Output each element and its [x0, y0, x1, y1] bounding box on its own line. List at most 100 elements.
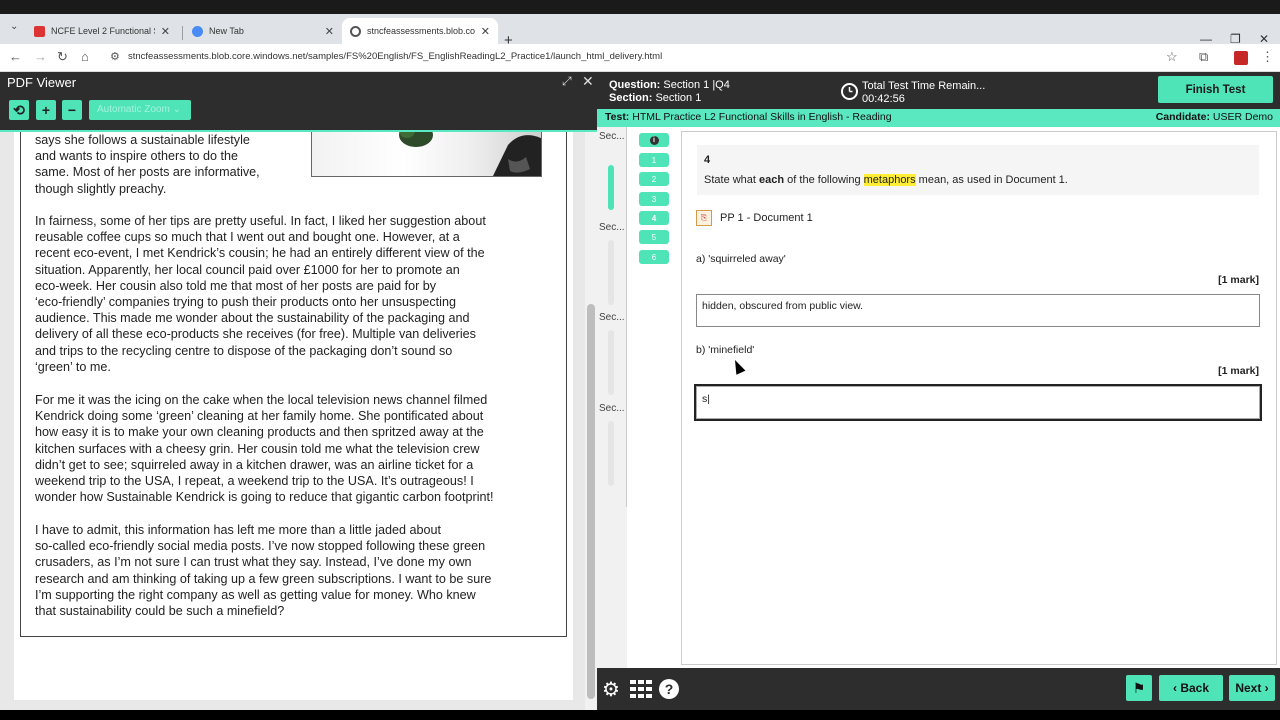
part-a-mark: [1 mark] [1218, 274, 1259, 286]
zoom-select[interactable]: Automatic Zoom ⌄ [89, 100, 191, 120]
bookmark-star-icon[interactable]: ☆ [1166, 49, 1178, 65]
clock-icon [841, 83, 858, 100]
text-line: eco-week. Her cousin also told me that m… [35, 278, 437, 293]
text-line: kitchen surfaces with a cheesy grin. Her… [35, 441, 480, 456]
back-button[interactable]: ‹ Back [1159, 675, 1223, 701]
question-card: 4 State what each of the following metap… [697, 145, 1259, 195]
text-line: says she follows a sustainable lifestyle [35, 133, 250, 147]
bottom-toolbar: ⚙ ? ⚑ ‹ Back Next › [597, 668, 1280, 710]
back-arrow-icon[interactable]: ← [9, 49, 22, 64]
section-label: Section: [609, 92, 653, 104]
help-icon[interactable]: ? [659, 679, 679, 699]
pdf-page-area: says she follows a sustainable lifestyle… [14, 132, 573, 700]
zoom-out-icon[interactable]: − [62, 100, 82, 120]
text-line: delivery of all these eco-products she r… [35, 327, 476, 342]
test-name: Test: HTML Practice L2 Functional Skills… [605, 111, 892, 123]
ncfe-favicon-icon [34, 25, 45, 37]
document-photo [311, 132, 542, 177]
site-info-icon[interactable]: ⚙ [110, 50, 120, 63]
test-header: Question: Section 1 |Q4 Section: Section… [597, 72, 1280, 109]
pdf-scrollbar[interactable] [585, 132, 597, 720]
question-nav-1[interactable]: 1 [639, 153, 669, 167]
home-icon[interactable]: ⌂ [81, 49, 89, 64]
next-label: Next [1235, 681, 1262, 695]
part-b-answer-field[interactable]: s| [694, 384, 1262, 421]
question-text-part: State what [704, 174, 760, 186]
tab-strip: NCFE Level 2 Functional Skills C ✕ New T… [0, 14, 1280, 49]
chevron-right-icon: › [1261, 681, 1269, 695]
text-line: how easy it is to make your own cleaning… [35, 425, 484, 440]
tab-close-icon[interactable]: ✕ [325, 25, 334, 38]
question-nav-2[interactable]: 2 [639, 172, 669, 186]
candidate-name: USER Demo [1212, 111, 1273, 123]
part-b-label: b) 'minefield' [696, 344, 755, 356]
tab-close-icon[interactable]: ✕ [161, 25, 170, 38]
close-icon[interactable]: ✕ [582, 73, 594, 90]
text-line: same. Most of her posts are informative, [35, 165, 260, 180]
part-a-answer-field[interactable]: hidden, obscured from public view. [696, 294, 1260, 327]
text-line: that sustainability could be such a mine… [35, 604, 285, 619]
tab-close-icon[interactable]: ✕ [481, 25, 490, 38]
forward-arrow-icon[interactable]: → [34, 49, 47, 64]
test-name-value: HTML Practice L2 Functional Skills in En… [632, 111, 892, 123]
flag-button[interactable]: ⚑ [1126, 675, 1152, 701]
question-text-part: of the following [784, 174, 864, 186]
window-top-bar [0, 0, 1280, 14]
globe-icon [350, 25, 361, 37]
time-remaining-value: 00:42:56 [862, 93, 905, 105]
question-nav-4[interactable]: 4 [639, 211, 669, 225]
rotate-icon[interactable]: ⟲ [9, 100, 29, 120]
text-line: In fairness, some of her tips are pretty… [35, 214, 486, 228]
settings-gear-icon[interactable]: ⚙ [602, 677, 620, 702]
section-value: Section 1 [655, 92, 702, 104]
photo-illustration [399, 132, 541, 176]
section-1-progress [608, 165, 614, 210]
question-text-highlight: metaphors [863, 174, 916, 186]
zoom-value: Automatic Zoom [97, 104, 170, 115]
profile-avatar[interactable] [1234, 51, 1248, 65]
text-line: Kendrick doing some ‘green’ cleaning at … [35, 409, 484, 424]
part-b-mark: [1 mark] [1218, 365, 1259, 377]
text-line: I’m supporting the right company as well… [35, 587, 476, 602]
text-line: though slightly preachy. [35, 181, 167, 196]
taskbar-strip [0, 710, 1280, 720]
question-info-button[interactable]: i [639, 133, 669, 147]
pdf-scroll-thumb[interactable] [587, 304, 595, 699]
section-1-label[interactable]: Sec... [599, 131, 625, 142]
expand-icon[interactable]: ⤢ [562, 74, 572, 89]
candidate-label: Candidate: [1155, 111, 1210, 123]
tab-assessment[interactable]: stncfeassessments.blob.core.wi ✕ [342, 18, 498, 44]
zoom-in-icon[interactable]: + [36, 100, 56, 120]
text-line: and trips to the recycling centre to dis… [35, 343, 453, 358]
grid-icon[interactable] [630, 680, 652, 698]
question-nav-5[interactable]: 5 [639, 230, 669, 244]
url-text[interactable]: stncfeassessments.blob.core.windows.net/… [128, 51, 662, 62]
tab-search-icon[interactable]: ⌄ [10, 21, 18, 32]
question-nav-6[interactable]: 6 [639, 250, 669, 264]
question-nav-3[interactable]: 3 [639, 192, 669, 206]
finish-test-button[interactable]: Finish Test [1158, 76, 1273, 103]
section-2-label[interactable]: Sec... [599, 222, 625, 233]
text-line: so-called eco-friendly social media post… [35, 539, 486, 554]
tab-new-tab[interactable]: New Tab ✕ [184, 18, 342, 44]
document-link[interactable]: ⎘ PP 1 - Document 1 [696, 210, 813, 226]
document-link-label: PP 1 - Document 1 [720, 212, 813, 224]
chevron-left-icon: ‹ [1172, 681, 1181, 695]
pdf-viewer-header: PDF Viewer ⤢ ✕ ⟲ + − Automatic Zoom ⌄ [0, 72, 597, 130]
pdf-body[interactable]: says she follows a sustainable lifestyle… [0, 132, 597, 720]
question-text-part: mean, as used in Document 1. [915, 174, 1068, 186]
extensions-icon[interactable]: ⧉ [1199, 49, 1208, 65]
text-line: weekend trip to the USA, I repeat, a wee… [35, 474, 474, 489]
question-text-bold: each [759, 174, 785, 186]
test-label: Test: [605, 111, 630, 123]
menu-dots-icon[interactable]: ⋮ [1261, 49, 1274, 65]
section-4-label[interactable]: Sec... [599, 403, 625, 414]
text-line: For me it was the icing on the cake when… [35, 393, 488, 407]
next-button[interactable]: Next › [1229, 675, 1275, 701]
section-indicator: Section: Section 1 [609, 92, 701, 104]
tab-ncfe[interactable]: NCFE Level 2 Functional Skills C ✕ [26, 18, 178, 44]
section-sidebar: Sec... Sec... Sec... Sec... [597, 127, 627, 687]
section-3-label[interactable]: Sec... [599, 312, 625, 323]
reload-icon[interactable]: ↻ [57, 49, 68, 65]
tab-label: NCFE Level 2 Functional Skills C [51, 26, 155, 36]
